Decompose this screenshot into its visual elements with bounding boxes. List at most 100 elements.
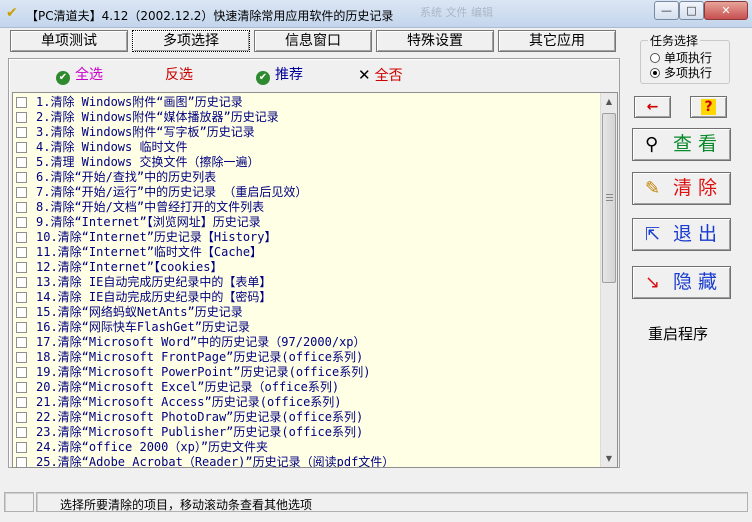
list-item[interactable]: 5.清理 Windows 交换文件（擦除一遍） <box>13 155 601 170</box>
item-label: 19.清除“Microsoft PowerPoint”历史记录(office系列… <box>36 365 371 379</box>
item-checkbox[interactable] <box>16 367 27 378</box>
list-item[interactable]: 14.清除 IE自动完成历史纪录中的【密码】 <box>13 290 601 305</box>
item-checkbox[interactable] <box>16 217 27 228</box>
tab-multi-select[interactable]: 多项选择 <box>132 30 250 52</box>
item-checkbox[interactable] <box>16 322 27 333</box>
status-cell-left <box>4 492 34 512</box>
item-checkbox[interactable] <box>16 157 27 168</box>
item-checkbox[interactable] <box>16 172 27 183</box>
item-label: 24.清除“office 2000（xp）”历史文件夹 <box>36 440 269 454</box>
status-bar: 选择所要清除的项目，移动滚动条查看其他选项 <box>0 490 752 522</box>
item-checkbox[interactable] <box>16 247 27 258</box>
invert-selection-button[interactable]: 反选 <box>165 66 193 84</box>
item-checkbox[interactable] <box>16 202 27 213</box>
list-item[interactable]: 23.清除“Microsoft Publisher”历史记录(office系列) <box>13 425 601 440</box>
vertical-scrollbar[interactable]: ▲ ▼ <box>600 93 617 467</box>
item-checkbox[interactable] <box>16 277 27 288</box>
item-checkbox[interactable] <box>16 457 27 467</box>
item-label: 5.清理 Windows 交换文件（擦除一遍） <box>36 155 260 169</box>
item-checkbox[interactable] <box>16 307 27 318</box>
window-title: 【PC清道夫】4.12（2002.12.2）快速清除常用应用软件的历史记录 <box>26 9 394 23</box>
list-item[interactable]: 21.清除“Microsoft Access”历史记录(office系列) <box>13 395 601 410</box>
item-label: 7.清除“开始/运行”中的历史记录 （重启后见效） <box>36 185 308 199</box>
minimize-button[interactable]: — <box>654 1 679 20</box>
item-label: 9.清除“Internet”【浏览网址】历史记录 <box>36 215 261 229</box>
maximize-button[interactable]: □ <box>679 1 704 20</box>
select-all-button[interactable]: ✔ 全选 <box>56 66 103 85</box>
item-checkbox[interactable] <box>16 142 27 153</box>
list-item[interactable]: 1.清除 Windows附件“画图”历史记录 <box>13 95 601 110</box>
cleanup-items-list[interactable]: 1.清除 Windows附件“画图”历史记录 2.清除 Windows附件“媒体播… <box>12 92 618 468</box>
item-label: 11.清除“Internet”临时文件【Cache】 <box>36 245 263 259</box>
help-button[interactable]: ? <box>690 96 727 118</box>
item-checkbox[interactable] <box>16 97 27 108</box>
item-label: 10.清除“Internet”历史记录【History】 <box>36 230 277 244</box>
task-selection-title: 任务选择 <box>648 34 701 48</box>
item-checkbox[interactable] <box>16 127 27 138</box>
list-item[interactable]: 4.清除 Windows 临时文件 <box>13 140 601 155</box>
tab-special-settings[interactable]: 特殊设置 <box>376 30 494 52</box>
item-checkbox[interactable] <box>16 397 27 408</box>
selection-toolbar: ✔ 全选 反选 ✔ 推荐 ✕ 全否 <box>8 62 618 88</box>
left-arrow-icon: ← <box>646 99 659 115</box>
list-item[interactable]: 3.清除 Windows附件“写字板”历史记录 <box>13 125 601 140</box>
hide-button[interactable]: ↘ 隐藏 <box>632 266 731 299</box>
broom-icon: ✎ <box>645 178 661 199</box>
item-checkbox[interactable] <box>16 412 27 423</box>
list-item[interactable]: 15.清除“网络蚂蚁NetAnts”历史记录 <box>13 305 601 320</box>
item-checkbox[interactable] <box>16 382 27 393</box>
close-button[interactable]: ✕ <box>704 1 748 20</box>
list-item[interactable]: 8.清除“开始/文档”中曾经打开的文件列表 <box>13 200 601 215</box>
list-item[interactable]: 16.清除“网际快车FlashGet”历史记录 <box>13 320 601 335</box>
list-item[interactable]: 13.清除 IE自动完成历史纪录中的【表单】 <box>13 275 601 290</box>
scroll-up-icon[interactable]: ▲ <box>601 93 617 110</box>
view-button[interactable]: ⚲ 查看 <box>632 128 731 161</box>
item-checkbox[interactable] <box>16 262 27 273</box>
scroll-down-icon[interactable]: ▼ <box>601 450 617 467</box>
exit-door-icon: ⇱ <box>645 224 661 245</box>
scroll-thumb[interactable] <box>602 113 616 283</box>
list-item[interactable]: 11.清除“Internet”临时文件【Cache】 <box>13 245 601 260</box>
list-item[interactable]: 18.清除“Microsoft FrontPage”历史记录(office系列) <box>13 350 601 365</box>
list-item[interactable]: 10.清除“Internet”历史记录【History】 <box>13 230 601 245</box>
list-item[interactable]: 19.清除“Microsoft PowerPoint”历史记录(office系列… <box>13 365 601 380</box>
item-checkbox[interactable] <box>16 442 27 453</box>
item-label: 16.清除“网际快车FlashGet”历史记录 <box>36 320 250 334</box>
item-label: 12.清除“Internet”【cookies】 <box>36 260 223 274</box>
list-item[interactable]: 17.清除“Microsoft Word”中的历史记录（97/2000/xp） <box>13 335 601 350</box>
item-checkbox[interactable] <box>16 112 27 123</box>
list-item[interactable]: 25.清除“Adobe Acrobat（Reader)”历史记录（阅读pdf文件… <box>13 455 601 467</box>
list-item[interactable]: 20.清除“Microsoft Excel”历史记录（office系列) <box>13 380 601 395</box>
background-window-text: 系统 文件 编辑 <box>420 6 493 19</box>
list-item[interactable]: 6.清除“开始/查找”中的历史列表 <box>13 170 601 185</box>
recommend-button[interactable]: ✔ 推荐 <box>256 66 303 85</box>
list-item[interactable]: 24.清除“office 2000（xp）”历史文件夹 <box>13 440 601 455</box>
item-checkbox[interactable] <box>16 187 27 198</box>
tab-single-test[interactable]: 单项测试 <box>10 30 128 52</box>
list-item[interactable]: 22.清除“Microsoft PhotoDraw”历史记录(office系列) <box>13 410 601 425</box>
tab-info-window[interactable]: 信息窗口 <box>254 30 372 52</box>
title-bar: ✔ 【PC清道夫】4.12（2002.12.2）快速清除常用应用软件的历史记录 … <box>0 0 752 28</box>
item-checkbox[interactable] <box>16 337 27 348</box>
list-item[interactable]: 9.清除“Internet”【浏览网址】历史记录 <box>13 215 601 230</box>
exit-button[interactable]: ⇱ 退出 <box>632 218 731 251</box>
radio-multi-execute[interactable]: 多项执行 <box>650 66 712 80</box>
list-item[interactable]: 2.清除 Windows附件“媒体播放器”历史记录 <box>13 110 601 125</box>
checkmark-icon: ✔ <box>56 71 70 85</box>
item-checkbox[interactable] <box>16 427 27 438</box>
item-label: 14.清除 IE自动完成历史纪录中的【密码】 <box>36 290 272 304</box>
select-none-button[interactable]: ✕ 全否 <box>358 66 403 85</box>
list-item[interactable]: 7.清除“开始/运行”中的历史记录 （重启后见效） <box>13 185 601 200</box>
tab-other-apps[interactable]: 其它应用 <box>498 30 616 52</box>
item-label: 13.清除 IE自动完成历史纪录中的【表单】 <box>36 275 272 289</box>
radio-single-execute[interactable]: 单项执行 <box>650 51 712 65</box>
item-checkbox[interactable] <box>16 292 27 303</box>
list-item[interactable]: 12.清除“Internet”【cookies】 <box>13 260 601 275</box>
item-label: 22.清除“Microsoft PhotoDraw”历史记录(office系列) <box>36 410 364 424</box>
item-label: 17.清除“Microsoft Word”中的历史记录（97/2000/xp） <box>36 335 366 349</box>
item-checkbox[interactable] <box>16 232 27 243</box>
back-arrow-button[interactable]: ← <box>634 96 671 118</box>
item-checkbox[interactable] <box>16 352 27 363</box>
restart-program-link[interactable]: 重启程序 <box>648 323 708 344</box>
clear-button[interactable]: ✎ 清除 <box>632 172 731 205</box>
